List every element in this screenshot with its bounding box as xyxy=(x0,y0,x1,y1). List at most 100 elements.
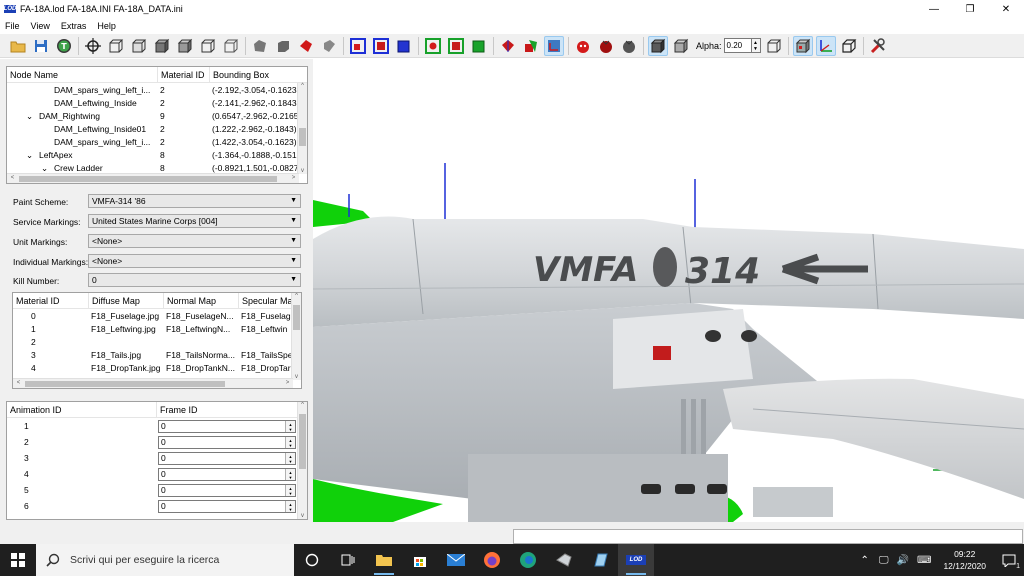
column-header-node-name[interactable]: Node Name xyxy=(7,67,158,82)
close-button[interactable]: ✕ xyxy=(988,0,1024,18)
menu-help[interactable]: Help xyxy=(97,21,116,31)
menu-view[interactable]: View xyxy=(31,21,50,31)
spin-arrows[interactable]: ▲ ▼ xyxy=(285,437,295,448)
spin-arrows[interactable]: ▲ ▼ xyxy=(285,485,295,496)
table-row[interactable]: 2 xyxy=(13,336,293,349)
frame-id-spinner[interactable]: 0 ▲ ▼ xyxy=(158,436,296,449)
unit-markings-dropdown[interactable]: <None> ▼ xyxy=(88,234,301,248)
node-tree-vscroll[interactable]: ^ v xyxy=(297,83,307,174)
minimize-button[interactable]: — xyxy=(916,0,952,18)
task-view-button[interactable] xyxy=(330,544,366,576)
tree-expander[interactable]: ⌄ xyxy=(26,149,36,162)
bounding-box-button[interactable] xyxy=(839,36,859,56)
spin-arrows[interactable]: ▲ ▼ xyxy=(285,453,295,464)
scroll-down-arrow[interactable]: v xyxy=(298,168,307,174)
notification-button[interactable]: 1 xyxy=(994,544,1024,576)
column-header-diffuse-map[interactable]: Diffuse Map xyxy=(89,293,164,308)
frame-id-spinner[interactable]: 0 ▲ ▼ xyxy=(158,500,296,513)
view-wire-cube-2[interactable] xyxy=(129,36,149,56)
start-button[interactable] xyxy=(0,544,36,576)
tree-row[interactable]: ⌄ LeftApex 8 (-1.364,-0.1888,-0.151 xyxy=(7,149,299,162)
mesh-gray-3-button[interactable] xyxy=(319,36,339,56)
scroll-right-arrow[interactable]: > xyxy=(289,175,298,181)
open-folder-button[interactable] xyxy=(8,36,28,56)
column-header-bounding-box[interactable]: Bounding Box xyxy=(210,67,307,82)
game-app-button[interactable] xyxy=(546,544,582,576)
column-header-frame-id[interactable]: Frame ID xyxy=(157,402,299,417)
view-solid-cube-2[interactable] xyxy=(175,36,195,56)
mail-button[interactable] xyxy=(438,544,474,576)
table-row[interactable]: 0 F18_Fuselage.jpg F18_FuselageN... F18_… xyxy=(13,310,293,323)
scroll-thumb[interactable] xyxy=(299,128,306,146)
scroll-right-arrow[interactable]: > xyxy=(283,380,292,386)
scroll-up-arrow[interactable]: ^ xyxy=(292,293,301,299)
bug-gray-button[interactable] xyxy=(619,36,639,56)
scroll-down-arrow[interactable]: v xyxy=(292,374,301,380)
grid-cube-button[interactable] xyxy=(792,35,813,56)
lod-viewer-button[interactable]: LOD xyxy=(618,544,654,576)
maximize-button[interactable]: ❐ xyxy=(952,0,988,18)
bug-red-button[interactable] xyxy=(573,36,593,56)
save-button[interactable] xyxy=(31,36,51,56)
node-tree-hscroll[interactable]: < > xyxy=(7,173,299,183)
select-blue-1-button[interactable] xyxy=(348,36,368,56)
select-green-2-button[interactable] xyxy=(446,36,466,56)
tree-expander[interactable] xyxy=(41,136,51,149)
axes-blue-button[interactable] xyxy=(544,35,564,56)
spin-down-arrow[interactable]: ▼ xyxy=(289,427,293,432)
spin-arrows[interactable]: ▲ ▼ xyxy=(285,421,295,432)
view-wire-cube-4[interactable] xyxy=(221,36,241,56)
column-header-normal-map[interactable]: Normal Map xyxy=(164,293,239,308)
edge-button[interactable] xyxy=(510,544,546,576)
scroll-thumb[interactable] xyxy=(293,305,300,330)
spin-arrows[interactable]: ▲ ▼ xyxy=(285,469,295,480)
scroll-left-arrow[interactable]: < xyxy=(14,380,23,386)
animation-vscroll[interactable]: ^ v xyxy=(297,402,307,519)
select-blue-3-button[interactable] xyxy=(394,36,414,56)
tree-row[interactable]: ⌄ DAM_Rightwing 9 (0.6547,-2.962,-0.2165 xyxy=(7,110,299,123)
tools-button[interactable] xyxy=(868,36,888,56)
scroll-thumb[interactable] xyxy=(299,414,306,469)
paint-scheme-dropdown[interactable]: VMFA-314 '86 ▼ xyxy=(88,194,301,208)
tree-row[interactable]: DAM_spars_wing_left_i... 2 (-2.192,-3.05… xyxy=(7,84,299,97)
alpha-spinner[interactable]: ▲ ▼ xyxy=(751,38,761,53)
mesh-gray-1-button[interactable] xyxy=(250,36,270,56)
tree-expander[interactable]: ⌄ xyxy=(26,110,36,123)
store-button[interactable] xyxy=(402,544,438,576)
tree-expander[interactable] xyxy=(41,84,51,97)
view-solid-cube-1[interactable] xyxy=(152,36,172,56)
scroll-left-arrow[interactable]: < xyxy=(8,175,17,181)
file-explorer-button[interactable] xyxy=(366,544,402,576)
scroll-up-arrow[interactable]: ^ xyxy=(298,402,307,408)
tray-overflow-chevron-icon[interactable]: ⌃ xyxy=(861,555,869,566)
service-markings-dropdown[interactable]: United States Marine Corps [004] ▼ xyxy=(88,214,301,228)
materials-vscroll[interactable]: ^ v xyxy=(291,293,301,380)
spin-down-arrow[interactable]: ▼ xyxy=(289,491,293,496)
spin-down-arrow[interactable]: ▼ xyxy=(289,475,293,480)
tree-row[interactable]: DAM_spars_wing_left_i... 2 (1.422,-3.054… xyxy=(7,136,299,149)
axes-red-button[interactable] xyxy=(498,36,518,56)
column-header-material-id[interactable]: Material ID xyxy=(158,67,210,82)
mesh-gray-2-button[interactable] xyxy=(273,36,293,56)
frame-id-spinner[interactable]: 0 ▲ ▼ xyxy=(158,452,296,465)
tree-expander[interactable] xyxy=(41,97,51,110)
volume-icon[interactable]: 🔊 xyxy=(897,555,909,566)
network-icon[interactable]: 🖵 xyxy=(879,555,889,566)
spin-arrows[interactable]: ▲ ▼ xyxy=(285,501,295,512)
zoom-fit-button[interactable] xyxy=(83,36,103,56)
spin-down-arrow[interactable]: ▼ xyxy=(289,459,293,464)
3d-viewport[interactable]: VMFA 314 xyxy=(313,59,1024,522)
tree-row[interactable]: DAM_Leftwing_Inside 2 (-2.141,-2.962,-0.… xyxy=(7,97,299,110)
menu-extras[interactable]: Extras xyxy=(61,21,87,31)
bug-darkred-button[interactable] xyxy=(596,36,616,56)
scroll-down-arrow[interactable]: v xyxy=(298,513,307,519)
column-header-material-id[interactable]: Material ID xyxy=(13,293,89,308)
transparent-cube-button[interactable] xyxy=(764,36,784,56)
select-green-3-button[interactable] xyxy=(469,36,489,56)
axes-green-button[interactable] xyxy=(521,36,541,56)
taskbar-search[interactable]: Scrivi qui per eseguire la ricerca xyxy=(36,544,294,576)
materials-hscroll[interactable]: < > xyxy=(13,378,293,388)
firefox-button[interactable] xyxy=(474,544,510,576)
view-wire-cube-3[interactable] xyxy=(198,36,218,56)
column-header-animation-id[interactable]: Animation ID xyxy=(7,402,157,417)
